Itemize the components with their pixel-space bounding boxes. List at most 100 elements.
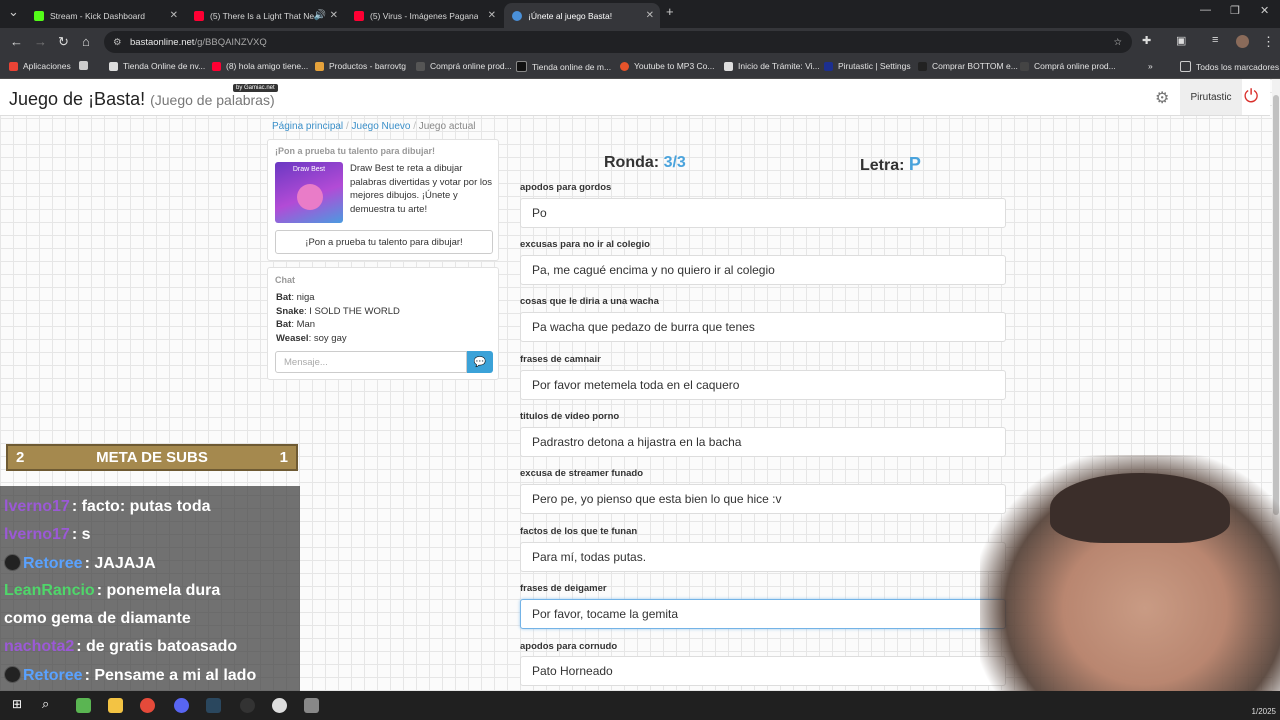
taskbar: ⊞ ⌕ 1/2025 <box>0 691 1280 720</box>
chrome-icon[interactable] <box>140 698 155 713</box>
app-icon[interactable] <box>304 698 319 713</box>
chat-send-button[interactable]: 💬 <box>467 351 493 373</box>
media-icon[interactable]: ≡ <box>1212 34 1218 46</box>
chat-messages: Bat: niga Snake: I SOLD THE WORLD Bat: M… <box>276 291 400 345</box>
bookmark-star-icon[interactable]: ☆ <box>1113 37 1122 48</box>
basta-icon <box>512 10 522 21</box>
bookmark-7[interactable]: Inicio de Trámite: Vi... <box>724 61 820 71</box>
bookmark-icon <box>416 61 425 71</box>
category-label: apodos para gordos <box>520 182 612 193</box>
tab-youtube-light[interactable]: (5) There Is a Light That Ne 🔊 ✕ <box>186 3 344 28</box>
kick-icon <box>34 10 44 21</box>
chat-message-input[interactable]: Mensaje... <box>275 351 467 373</box>
settings-gear-icon[interactable]: ⚙ <box>1155 88 1169 108</box>
overlay-chat-line: como gema de diamante <box>4 610 191 627</box>
tab-search-icon[interactable]: ⌄ <box>8 4 19 20</box>
more-bookmarks-icon[interactable]: » <box>1148 61 1153 71</box>
address-toolbar: ← → ↻ ⌂ ⚙ bastaonline.net/g/BBQAINZVXQ ☆… <box>0 28 1280 56</box>
tab-kick-dashboard[interactable]: Stream - Kick Dashboard ✕ <box>26 3 184 28</box>
close-tab-icon[interactable]: ✕ <box>646 10 654 21</box>
new-tab-button[interactable]: + <box>666 4 674 19</box>
answer-input[interactable]: Pato Horneado <box>520 656 1006 686</box>
category-label: factos de los que te funan <box>520 526 638 537</box>
minimize-icon[interactable]: — <box>1200 4 1211 16</box>
back-icon[interactable]: ← <box>10 34 23 49</box>
user-badge-icon <box>4 666 21 683</box>
answer-input[interactable]: Po <box>520 198 1006 228</box>
bookmark-icon <box>109 61 118 71</box>
reload-icon[interactable]: ↻ <box>58 34 69 50</box>
round-indicator: Ronda: 3/3 <box>604 154 686 171</box>
site-info-icon[interactable]: ⚙ <box>113 37 122 48</box>
bookmark-9[interactable]: Comprar BOTTOM e... <box>918 61 1018 71</box>
bookmark-grid[interactable] <box>79 61 93 70</box>
bookmark-10[interactable]: Comprá online prod... <box>1020 61 1116 71</box>
search-icon[interactable]: ⌕ <box>42 696 49 712</box>
youtube-icon <box>194 10 204 21</box>
bookmark-apps[interactable]: Aplicaciones <box>9 61 71 71</box>
url-path: /g/BBQAINZVXQ <box>194 36 267 48</box>
answer-input[interactable]: Padrastro detona a hijastra en la bacha <box>520 427 1006 457</box>
file-explorer-icon[interactable] <box>108 698 123 713</box>
window-close-icon[interactable]: ✕ <box>1260 4 1269 17</box>
bookmark-2[interactable]: (8) hola amigo tiene... <box>212 61 308 71</box>
overlay-chat-line: Retoree: Pensame a mi al lado <box>4 666 256 685</box>
draw-best-image[interactable]: Draw Best <box>275 162 343 223</box>
close-tab-icon[interactable]: ✕ <box>170 10 178 21</box>
close-tab-icon[interactable]: ✕ <box>488 10 496 21</box>
breadcrumb-home[interactable]: Página principal <box>272 121 343 132</box>
extensions-icon[interactable]: ✚ <box>1142 34 1151 47</box>
forward-icon[interactable]: → <box>34 34 47 49</box>
answer-input[interactable]: Para mí, todas putas. <box>520 542 1006 572</box>
steam-icon[interactable] <box>206 698 221 713</box>
url-bar[interactable]: ⚙ bastaonline.net/g/BBQAINZVXQ ☆ <box>104 31 1132 53</box>
gamiac-badge[interactable]: by Gamiac.net <box>233 84 278 92</box>
breadcrumb: Página principal / Juego Nuevo / Juego a… <box>272 121 476 132</box>
overlay-chat-line: nachota2: de gratis batoasado <box>4 638 238 655</box>
discord-icon[interactable] <box>174 698 189 713</box>
answer-input-focused[interactable]: Por favor, tocame la gemita <box>520 599 1006 629</box>
close-tab-icon[interactable]: ✕ <box>330 10 338 21</box>
answer-input[interactable]: Pa, me cagué encima y no quiero ir al co… <box>520 255 1006 285</box>
headphones-shape <box>1050 473 1230 543</box>
app-icon[interactable] <box>272 698 287 713</box>
cast-icon[interactable]: ▣ <box>1176 34 1186 47</box>
all-bookmarks[interactable]: Todos los marcadores <box>1180 61 1279 72</box>
category-label: excusa de streamer funado <box>520 468 644 479</box>
answer-input[interactable]: Pa wacha que pedazo de burra que tenes <box>520 312 1006 342</box>
windows-start-icon[interactable]: ⊞ <box>12 697 22 711</box>
tab-basta-game[interactable]: ¡Únete al juego Basta! ✕ <box>504 3 660 28</box>
bookmark-icon <box>620 61 629 71</box>
app-icon[interactable] <box>76 698 91 713</box>
browser-tab-bar: ⌄ Stream - Kick Dashboard ✕ (5) There Is… <box>0 0 1280 28</box>
menu-icon[interactable]: ⋮ <box>1262 34 1275 50</box>
draw-best-button[interactable]: ¡Pon a prueba tu talento para dibujar! <box>275 230 493 254</box>
sub-goal-bar: 2 META DE SUBS 1 <box>6 444 298 471</box>
bookmark-5[interactable]: Tienda online de m... <box>516 61 611 72</box>
logout-power-icon[interactable]: ⏻ <box>1244 86 1258 107</box>
chat-message: Weasel: soy gay <box>276 332 347 344</box>
home-icon[interactable]: ⌂ <box>82 34 90 49</box>
breadcrumb-new-game[interactable]: Juego Nuevo <box>352 121 411 132</box>
profile-avatar[interactable] <box>1236 35 1249 48</box>
user-name[interactable]: Pirutastic <box>1180 79 1242 115</box>
overlay-chat-line: Retoree: JAJAJA <box>4 554 156 573</box>
site-title[interactable]: Juego de ¡Basta! (Juego de palabras) <box>9 89 275 110</box>
bookmark-4[interactable]: Comprá online prod... <box>416 61 512 71</box>
bookmark-icon <box>1020 61 1029 71</box>
sub-goal-title: META DE SUBS <box>96 449 208 466</box>
answer-input[interactable]: Pero pe, yo pienso que esta bien lo que … <box>520 484 1006 514</box>
bookmark-6[interactable]: Youtube to MP3 Co... <box>620 61 715 71</box>
user-badge-icon <box>4 554 21 571</box>
scrollbar-thumb[interactable] <box>1273 95 1279 515</box>
bookmark-8[interactable]: Pirutastic | Settings <box>824 61 911 71</box>
audio-icon[interactable]: 🔊 <box>314 10 326 21</box>
obs-icon[interactable] <box>240 698 255 713</box>
maximize-icon[interactable]: ❐ <box>1230 4 1240 17</box>
tab-youtube-virus[interactable]: (5) Virus - Imágenes Paganas ( ✕ <box>346 3 502 28</box>
breadcrumb-current: Juego actual <box>418 121 476 132</box>
bookmark-3[interactable]: Productos - barrovtg <box>315 61 406 71</box>
bookmark-1[interactable]: Tienda Online de nv... <box>109 61 205 71</box>
bookmark-icon <box>516 61 527 72</box>
answer-input[interactable]: Por favor metemela toda en el caquero <box>520 370 1006 400</box>
